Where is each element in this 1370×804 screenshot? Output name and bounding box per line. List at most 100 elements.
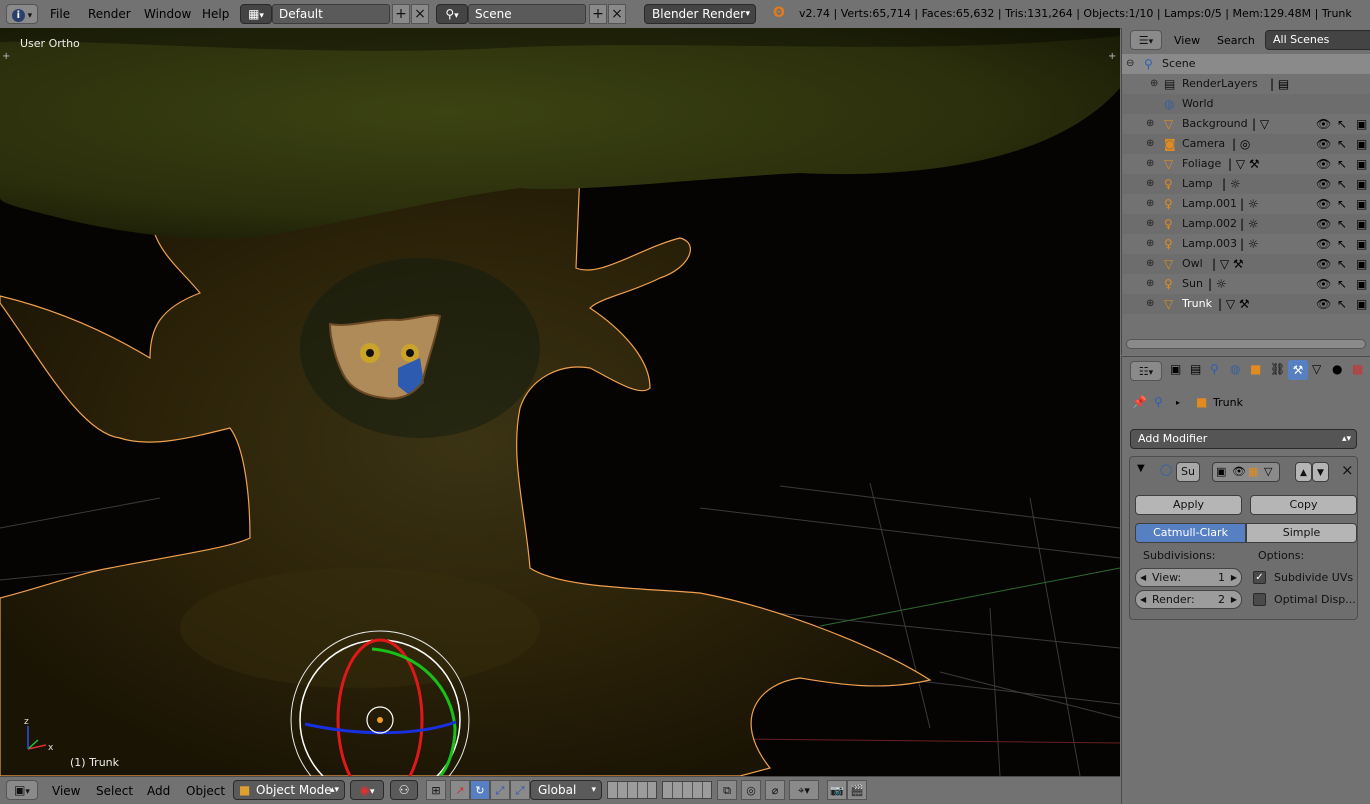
menu-window[interactable]: Window xyxy=(144,4,191,24)
outliner-row-lamp-001[interactable]: ⊕ ♀ Lamp.001 | ☼ 👁 ↖ ▣ xyxy=(1122,194,1370,214)
outliner-row-lamp-003[interactable]: ⊕ ♀ Lamp.003 | ☼ 👁 ↖ ▣ xyxy=(1122,234,1370,254)
cursor-icon[interactable]: ↖ xyxy=(1337,254,1347,274)
delete-scene-button[interactable]: × xyxy=(608,4,626,24)
increment-icon[interactable]: ▶ xyxy=(1231,569,1237,586)
apply-button[interactable]: Apply xyxy=(1135,495,1242,515)
layers-grid-right[interactable] xyxy=(662,781,712,799)
render-icon[interactable]: ▣ xyxy=(1356,134,1367,154)
cursor-icon[interactable]: ↖ xyxy=(1337,114,1347,134)
expand-icon[interactable]: ⊕ xyxy=(1146,234,1154,254)
expand-icon[interactable]: ⊕ xyxy=(1150,74,1158,94)
manipulator-toggle-button[interactable]: ⊞ xyxy=(426,780,446,800)
render-icon[interactable]: ▣ xyxy=(1356,214,1367,234)
screen-layout-field[interactable]: Default xyxy=(272,4,390,24)
eye-icon[interactable]: 👁 xyxy=(1316,134,1331,154)
material-tab-icon[interactable]: ● xyxy=(1332,362,1342,376)
scale-manipulator-button[interactable]: ⤢ xyxy=(490,780,510,800)
outliner-row-owl[interactable]: ⊕ ▽ Owl | ▽ ⚒ 👁 ↖ ▣ xyxy=(1122,254,1370,274)
menu-file[interactable]: File xyxy=(50,4,70,24)
outliner-menu-search[interactable]: Search xyxy=(1217,31,1255,51)
decrement-icon[interactable]: ◀ xyxy=(1140,569,1146,586)
add-scene-button[interactable]: + xyxy=(589,4,607,24)
snap-toggle-button[interactable]: ⌀ xyxy=(765,780,785,800)
outliner-row-scene[interactable]: ⊖ ⚲ Scene xyxy=(1122,54,1370,74)
cursor-icon[interactable]: ↖ xyxy=(1337,134,1347,154)
editor-type-outliner-button[interactable]: ☰▾ xyxy=(1130,30,1162,50)
scene-browse-button[interactable]: ⚲▾ xyxy=(436,4,468,24)
render-subdivisions-field[interactable]: ◀ Render: 2 ▶ xyxy=(1135,590,1242,609)
menu-render[interactable]: Render xyxy=(88,4,131,24)
menu-select[interactable]: Select xyxy=(96,781,133,801)
move-modifier-down-button[interactable]: ▼ xyxy=(1312,462,1329,482)
expand-icon[interactable]: ⊕ xyxy=(1146,194,1154,214)
snap-element-dropdown[interactable]: ⌖▾ xyxy=(789,780,819,800)
proportional-edit-button[interactable]: ◎ xyxy=(741,780,761,800)
scene-field[interactable]: Scene xyxy=(468,4,586,24)
move-modifier-up-button[interactable]: ▲ xyxy=(1295,462,1312,482)
expand-icon[interactable]: ⊕ xyxy=(1146,114,1154,134)
renderlayers-tab-icon[interactable]: ▤ xyxy=(1190,362,1201,376)
outliner-row-sun[interactable]: ⊕ ♀ Sun | ☼ 👁 ↖ ▣ xyxy=(1122,274,1370,294)
cage-toggle-icon[interactable]: ▽ xyxy=(1264,465,1272,478)
render-icon[interactable]: ▣ xyxy=(1356,234,1367,254)
eye-icon[interactable]: 👁 xyxy=(1316,294,1331,314)
menu-view[interactable]: View xyxy=(52,781,80,801)
expand-icon[interactable]: ⊕ xyxy=(1146,294,1154,314)
outliner-menu-view[interactable]: View xyxy=(1174,31,1200,51)
outliner-row-camera[interactable]: ⊕ ◙ Camera | ◎ 👁 ↖ ▣ xyxy=(1122,134,1370,154)
copy-button[interactable]: Copy xyxy=(1250,495,1357,515)
screen-layout-browse-button[interactable]: ▦▾ xyxy=(240,4,272,24)
viewport-shading-dropdown[interactable]: ◉▾ xyxy=(350,780,384,800)
expand-icon[interactable]: ⊕ xyxy=(1146,154,1154,174)
cursor-icon[interactable]: ↖ xyxy=(1337,274,1347,294)
cursor-icon[interactable]: ↖ xyxy=(1337,214,1347,234)
eye-icon[interactable]: 👁 xyxy=(1316,254,1331,274)
cursor-icon[interactable]: ↖ xyxy=(1337,294,1347,314)
outliner-row-trunk[interactable]: ⊕ ▽ Trunk | ▽ ⚒ 👁 ↖ ▣ xyxy=(1122,294,1370,314)
render-icon[interactable]: ▣ xyxy=(1356,254,1367,274)
cursor-icon[interactable]: ↖ xyxy=(1337,174,1347,194)
render-toggle-icon[interactable]: ▣ xyxy=(1216,465,1226,478)
outliner-row-lamp-002[interactable]: ⊕ ♀ Lamp.002 | ☼ 👁 ↖ ▣ xyxy=(1122,214,1370,234)
cursor-icon[interactable]: ↖ xyxy=(1337,154,1347,174)
remove-modifier-close-icon[interactable]: × xyxy=(1341,461,1354,479)
opengl-render-animation-button[interactable]: 🎬 xyxy=(847,780,867,800)
translate-manipulator-button[interactable]: ↗ xyxy=(450,780,470,800)
expand-icon[interactable]: ⊕ xyxy=(1146,134,1154,154)
object-tab-icon[interactable]: ■ xyxy=(1250,362,1261,376)
opengl-render-image-button[interactable]: 📷 xyxy=(827,780,847,800)
expand-icon[interactable]: ⊕ xyxy=(1146,214,1154,234)
3d-viewport[interactable]: x z + + User Ortho (1) Trunk xyxy=(0,28,1120,776)
eye-icon[interactable]: 👁 xyxy=(1316,174,1331,194)
lock-layers-button[interactable]: ⧉ xyxy=(717,780,737,800)
render-icon[interactable]: ▣ xyxy=(1356,174,1367,194)
render-tab-icon[interactable]: ▣ xyxy=(1170,362,1181,376)
render-icon[interactable]: ▣ xyxy=(1356,114,1367,134)
eye-icon[interactable]: 👁 xyxy=(1316,274,1331,294)
menu-help[interactable]: Help xyxy=(202,4,229,24)
cursor-icon[interactable]: ↖ xyxy=(1337,194,1347,214)
outliner-row-world[interactable]: ◍ World xyxy=(1122,94,1370,114)
collapse-triangle-icon[interactable]: ▼ xyxy=(1137,463,1145,474)
menu-object[interactable]: Object xyxy=(186,781,225,801)
texture-tab-icon[interactable]: ▩ xyxy=(1352,362,1363,376)
editor-type-3d-view-button[interactable]: ▣▾ xyxy=(6,780,38,800)
simple-option[interactable]: Simple xyxy=(1246,523,1357,543)
cursor-icon[interactable]: ↖ xyxy=(1337,234,1347,254)
editor-type-info-button[interactable]: i ▾ xyxy=(6,4,38,24)
expand-icon[interactable]: ⊕ xyxy=(1146,174,1154,194)
subdivide-uvs-checkbox[interactable]: ✓ xyxy=(1253,571,1266,584)
eye-icon[interactable]: 👁 xyxy=(1316,114,1331,134)
pin-icon[interactable]: 📌 xyxy=(1132,395,1147,409)
outliner-horizontal-scrollbar[interactable] xyxy=(1126,339,1366,349)
modifiers-tab-icon[interactable]: ⚒ xyxy=(1288,360,1308,380)
data-tab-icon[interactable]: ▽ xyxy=(1312,362,1321,376)
rotate-manipulator-button[interactable]: ↻ xyxy=(470,780,490,800)
render-engine-dropdown[interactable]: Blender Render ▾ xyxy=(644,4,756,24)
render-icon[interactable]: ▣ xyxy=(1356,194,1367,214)
render-icon[interactable]: ▣ xyxy=(1356,294,1367,314)
eye-icon[interactable]: 👁 xyxy=(1316,214,1331,234)
constraints-tab-icon[interactable]: ⛓ xyxy=(1270,362,1285,376)
expand-icon[interactable]: ⊕ xyxy=(1146,254,1154,274)
scale-manipulator-button-2[interactable]: ⤢ xyxy=(510,780,530,800)
